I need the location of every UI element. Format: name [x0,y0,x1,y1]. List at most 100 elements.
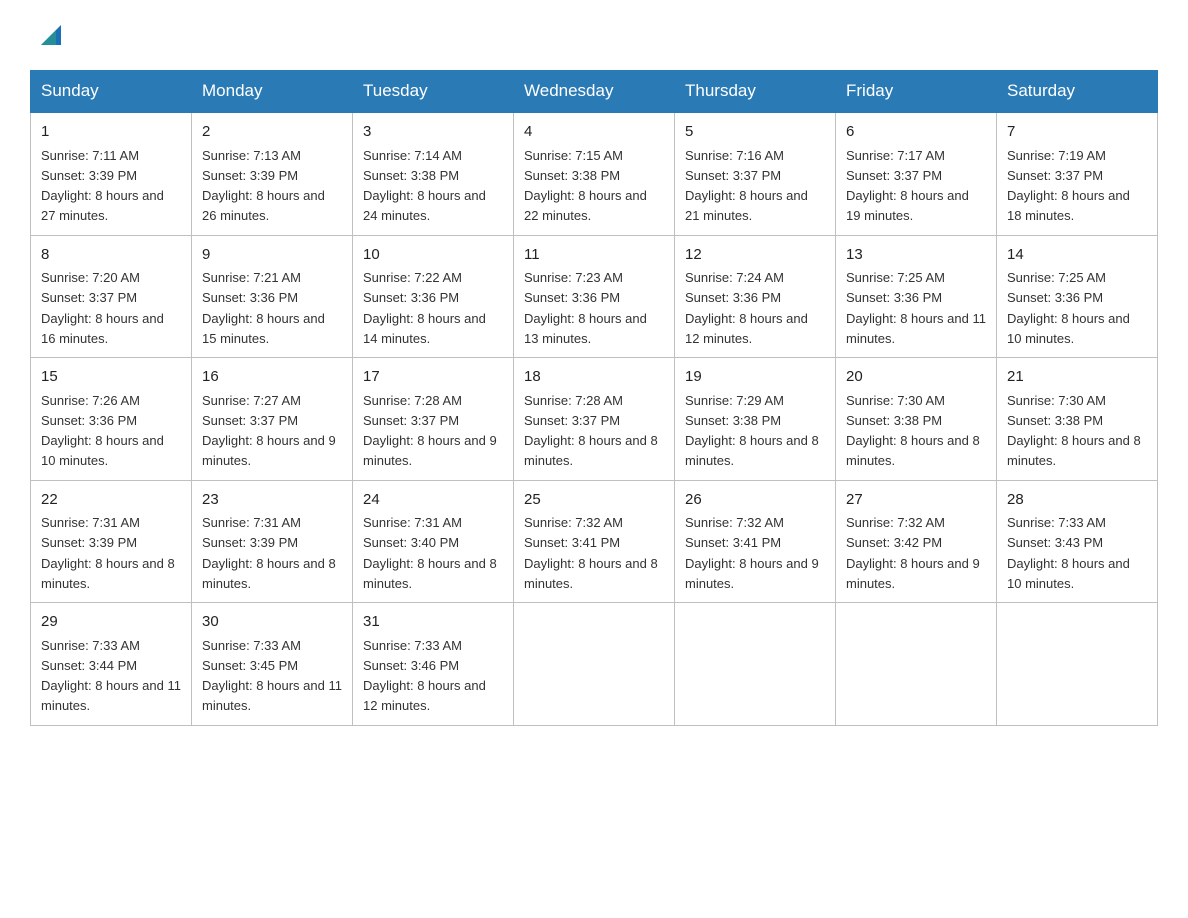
day-info: Sunrise: 7:28 AMSunset: 3:37 PMDaylight:… [363,393,497,469]
column-header-wednesday: Wednesday [514,71,675,113]
day-info: Sunrise: 7:33 AMSunset: 3:45 PMDaylight:… [202,638,342,714]
calendar-cell: 4 Sunrise: 7:15 AMSunset: 3:38 PMDaylight… [514,112,675,235]
day-info: Sunrise: 7:22 AMSunset: 3:36 PMDaylight:… [363,270,486,346]
day-info: Sunrise: 7:21 AMSunset: 3:36 PMDaylight:… [202,270,325,346]
day-info: Sunrise: 7:33 AMSunset: 3:43 PMDaylight:… [1007,515,1130,591]
column-header-tuesday: Tuesday [353,71,514,113]
calendar-cell: 16 Sunrise: 7:27 AMSunset: 3:37 PMDayligh… [192,358,353,481]
day-number: 19 [685,366,825,389]
day-info: Sunrise: 7:31 AMSunset: 3:39 PMDaylight:… [202,515,336,591]
calendar-cell: 28 Sunrise: 7:33 AMSunset: 3:43 PMDayligh… [997,480,1158,603]
day-number: 15 [41,366,181,389]
day-info: Sunrise: 7:25 AMSunset: 3:36 PMDaylight:… [846,270,986,346]
day-number: 1 [41,121,181,144]
calendar-cell: 5 Sunrise: 7:16 AMSunset: 3:37 PMDaylight… [675,112,836,235]
calendar-cell: 20 Sunrise: 7:30 AMSunset: 3:38 PMDayligh… [836,358,997,481]
calendar-cell: 14 Sunrise: 7:25 AMSunset: 3:36 PMDayligh… [997,235,1158,358]
day-number: 12 [685,244,825,267]
day-info: Sunrise: 7:27 AMSunset: 3:37 PMDaylight:… [202,393,336,469]
day-info: Sunrise: 7:24 AMSunset: 3:36 PMDaylight:… [685,270,808,346]
calendar-cell: 1 Sunrise: 7:11 AMSunset: 3:39 PMDaylight… [31,112,192,235]
calendar-week-row: 1 Sunrise: 7:11 AMSunset: 3:39 PMDaylight… [31,112,1158,235]
day-number: 17 [363,366,503,389]
day-number: 31 [363,611,503,634]
day-info: Sunrise: 7:11 AMSunset: 3:39 PMDaylight:… [41,148,164,224]
day-number: 29 [41,611,181,634]
calendar-week-row: 15Sunrise: 7:26 AMSunset: 3:36 PMDayligh… [31,358,1158,481]
column-header-sunday: Sunday [31,71,192,113]
day-number: 30 [202,611,342,634]
day-number: 24 [363,489,503,512]
calendar-cell: 30 Sunrise: 7:33 AMSunset: 3:45 PMDayligh… [192,603,353,726]
day-number: 20 [846,366,986,389]
calendar-cell: 23 Sunrise: 7:31 AMSunset: 3:39 PMDayligh… [192,480,353,603]
calendar-week-row: 29 Sunrise: 7:33 AMSunset: 3:44 PMDayligh… [31,603,1158,726]
calendar-cell: 29 Sunrise: 7:33 AMSunset: 3:44 PMDayligh… [31,603,192,726]
day-number: 9 [202,244,342,267]
day-info: Sunrise: 7:23 AMSunset: 3:36 PMDaylight:… [524,270,647,346]
calendar-cell: 31 Sunrise: 7:33 AMSunset: 3:46 PMDayligh… [353,603,514,726]
day-info: Sunrise: 7:30 AMSunset: 3:38 PMDaylight:… [846,393,980,469]
day-info: Sunrise: 7:13 AMSunset: 3:39 PMDaylight:… [202,148,325,224]
day-number: 21 [1007,366,1147,389]
day-number: 26 [685,489,825,512]
day-number: 4 [524,121,664,144]
day-info: Sunrise: 7:33 AMSunset: 3:44 PMDaylight:… [41,638,181,714]
day-info: Sunrise: 7:19 AMSunset: 3:37 PMDaylight:… [1007,148,1130,224]
day-number: 3 [363,121,503,144]
day-info: Sunrise: 7:14 AMSunset: 3:38 PMDaylight:… [363,148,486,224]
calendar-cell: 6Sunrise: 7:17 AMSunset: 3:37 PMDaylight… [836,112,997,235]
day-number: 11 [524,244,664,267]
calendar-cell: 9 Sunrise: 7:21 AMSunset: 3:36 PMDaylight… [192,235,353,358]
calendar-cell: 24Sunrise: 7:31 AMSunset: 3:40 PMDayligh… [353,480,514,603]
calendar-cell [997,603,1158,726]
calendar-cell: 17 Sunrise: 7:28 AMSunset: 3:37 PMDayligh… [353,358,514,481]
day-number: 27 [846,489,986,512]
day-info: Sunrise: 7:16 AMSunset: 3:37 PMDaylight:… [685,148,808,224]
day-number: 5 [685,121,825,144]
column-header-friday: Friday [836,71,997,113]
calendar-cell: 22 Sunrise: 7:31 AMSunset: 3:39 PMDayligh… [31,480,192,603]
calendar-cell: 10Sunrise: 7:22 AMSunset: 3:36 PMDayligh… [353,235,514,358]
day-info: Sunrise: 7:32 AMSunset: 3:42 PMDaylight:… [846,515,980,591]
day-info: Sunrise: 7:25 AMSunset: 3:36 PMDaylight:… [1007,270,1130,346]
calendar-cell: 7 Sunrise: 7:19 AMSunset: 3:37 PMDaylight… [997,112,1158,235]
calendar-cell: 27 Sunrise: 7:32 AMSunset: 3:42 PMDayligh… [836,480,997,603]
day-info: Sunrise: 7:33 AMSunset: 3:46 PMDaylight:… [363,638,486,714]
calendar-cell: 13 Sunrise: 7:25 AMSunset: 3:36 PMDayligh… [836,235,997,358]
column-header-thursday: Thursday [675,71,836,113]
calendar-week-row: 22 Sunrise: 7:31 AMSunset: 3:39 PMDayligh… [31,480,1158,603]
day-info: Sunrise: 7:28 AMSunset: 3:37 PMDaylight:… [524,393,658,469]
day-info: Sunrise: 7:31 AMSunset: 3:39 PMDaylight:… [41,515,175,591]
day-number: 2 [202,121,342,144]
day-number: 7 [1007,121,1147,144]
day-info: Sunrise: 7:20 AMSunset: 3:37 PMDaylight:… [41,270,164,346]
logo [30,20,70,50]
calendar-cell: 8 Sunrise: 7:20 AMSunset: 3:37 PMDaylight… [31,235,192,358]
page-header [30,20,1158,50]
day-number: 25 [524,489,664,512]
day-info: Sunrise: 7:15 AMSunset: 3:38 PMDaylight:… [524,148,647,224]
day-number: 18 [524,366,664,389]
day-info: Sunrise: 7:32 AMSunset: 3:41 PMDaylight:… [685,515,819,591]
calendar-cell: 11 Sunrise: 7:23 AMSunset: 3:36 PMDayligh… [514,235,675,358]
day-number: 13 [846,244,986,267]
day-number: 22 [41,489,181,512]
calendar-cell: 26 Sunrise: 7:32 AMSunset: 3:41 PMDayligh… [675,480,836,603]
calendar-cell: 25Sunrise: 7:32 AMSunset: 3:41 PMDayligh… [514,480,675,603]
calendar-cell [836,603,997,726]
calendar-cell [675,603,836,726]
day-number: 14 [1007,244,1147,267]
day-number: 8 [41,244,181,267]
day-number: 28 [1007,489,1147,512]
calendar-table: SundayMondayTuesdayWednesdayThursdayFrid… [30,70,1158,726]
calendar-cell [514,603,675,726]
day-number: 16 [202,366,342,389]
calendar-week-row: 8 Sunrise: 7:20 AMSunset: 3:37 PMDaylight… [31,235,1158,358]
day-number: 23 [202,489,342,512]
calendar-cell: 21Sunrise: 7:30 AMSunset: 3:38 PMDayligh… [997,358,1158,481]
calendar-cell: 2 Sunrise: 7:13 AMSunset: 3:39 PMDaylight… [192,112,353,235]
column-header-saturday: Saturday [997,71,1158,113]
day-info: Sunrise: 7:17 AMSunset: 3:37 PMDaylight:… [846,148,969,224]
calendar-cell: 18 Sunrise: 7:28 AMSunset: 3:37 PMDayligh… [514,358,675,481]
